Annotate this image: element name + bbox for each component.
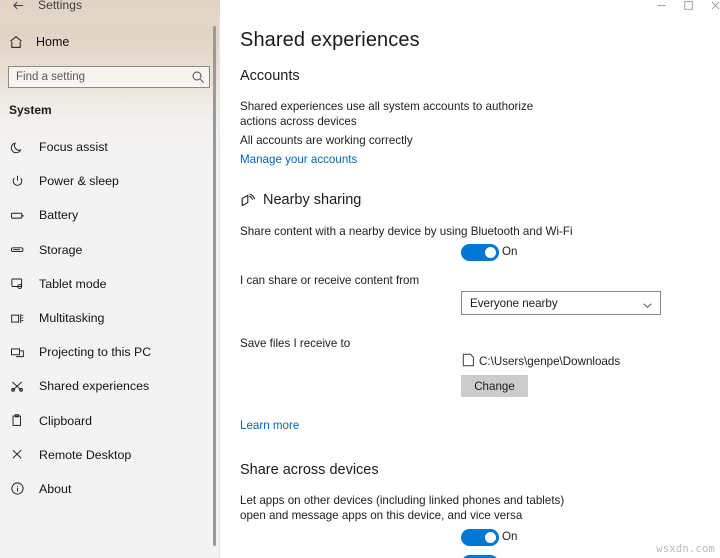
sidebar-item-label: Shared experiences <box>39 379 150 394</box>
accounts-heading: Accounts <box>240 68 300 84</box>
multitasking-icon <box>9 310 25 326</box>
sidebar-item-label: About <box>39 481 72 496</box>
share-from-value: Everyone nearby <box>470 296 558 310</box>
sidebar-item-label: Storage <box>39 242 83 257</box>
nearby-sharing-description: Share content with a nearby device by us… <box>240 225 573 238</box>
change-folder-button[interactable]: Change <box>461 375 528 397</box>
nearby-sharing-toggle[interactable] <box>461 244 499 261</box>
accounts-status: All accounts are working correctly <box>240 134 413 147</box>
watermark: wsxdn.com <box>656 543 715 555</box>
clipboard-icon <box>9 413 25 429</box>
sidebar-nav-list: Focus assist Power & sleep Battery Stora… <box>0 130 212 506</box>
title-bar: Settings <box>0 0 720 22</box>
sidebar-item-label: Projecting to this PC <box>39 345 152 360</box>
sidebar-item-label: Focus assist <box>39 140 108 155</box>
battery-icon <box>9 207 25 223</box>
title-bar-left <box>0 0 220 22</box>
sidebar-item-tablet-mode[interactable]: Tablet mode <box>0 267 212 301</box>
search-icon[interactable] <box>191 70 205 84</box>
minimize-button[interactable] <box>646 0 676 18</box>
toggle-knob <box>485 532 496 543</box>
title-bar-right <box>220 0 720 22</box>
sidebar-item-storage[interactable]: Storage <box>0 233 212 267</box>
accounts-description: Shared experiences use all system accoun… <box>240 100 534 128</box>
sidebar-item-home[interactable]: Home <box>0 29 208 55</box>
sidebar-item-label: Clipboard <box>39 413 93 428</box>
info-icon <box>9 481 25 497</box>
sidebar-divider <box>219 0 220 558</box>
share-across-devices-toggle-label: On <box>502 530 518 543</box>
home-icon <box>8 34 24 50</box>
share-from-dropdown[interactable]: Everyone nearby <box>461 291 661 315</box>
sidebar-item-label: Tablet mode <box>39 276 107 291</box>
sidebar-item-label: Remote Desktop <box>39 447 132 462</box>
nearby-sharing-toggle-label: On <box>502 245 518 258</box>
sidebar-item-battery[interactable]: Battery <box>0 198 212 232</box>
nearby-sharing-heading: Nearby sharing <box>263 192 362 208</box>
sidebar-item-label: Battery <box>39 208 79 223</box>
power-icon <box>9 173 25 189</box>
back-arrow-icon[interactable] <box>8 0 28 15</box>
window-title: Settings <box>38 0 83 12</box>
sidebar-item-label: Power & sleep <box>39 174 119 189</box>
search-input[interactable] <box>9 67 184 87</box>
save-files-label: Save files I receive to <box>240 337 351 350</box>
main-content: Shared experiences Accounts Shared exper… <box>221 0 720 558</box>
sidebar-item-power-sleep[interactable]: Power & sleep <box>0 164 212 198</box>
page-title: Shared experiences <box>240 29 420 51</box>
sidebar-item-shared-experiences[interactable]: Shared experiences <box>0 369 212 403</box>
storage-icon <box>9 242 25 258</box>
chevron-down-icon <box>642 298 653 309</box>
sidebar-scrollbar-thumb[interactable] <box>213 26 216 546</box>
sidebar-item-multitasking[interactable]: Multitasking <box>0 301 212 335</box>
settings-window: Home System Focus assist <box>0 0 720 558</box>
sidebar-item-focus-assist[interactable]: Focus assist <box>0 130 212 164</box>
moon-icon <box>9 139 25 155</box>
share-across-devices-description: Let apps on other devices (including lin… <box>240 494 565 522</box>
share-across-devices-toggle[interactable] <box>461 529 499 546</box>
shared-experiences-icon <box>9 378 25 394</box>
sidebar-item-about[interactable]: About <box>0 472 212 506</box>
sidebar-item-label: Multitasking <box>39 311 105 326</box>
sidebar-item-home-label: Home <box>36 35 70 49</box>
sidebar: Home System Focus assist <box>0 0 220 558</box>
close-button[interactable] <box>700 0 720 18</box>
manage-accounts-link[interactable]: Manage your accounts <box>240 153 357 166</box>
toggle-knob <box>485 247 496 258</box>
maximize-button[interactable] <box>673 0 703 18</box>
save-files-path: C:\Users\genpe\Downloads <box>479 355 621 368</box>
share-across-devices-heading: Share across devices <box>240 462 379 478</box>
remote-desktop-icon <box>9 447 25 463</box>
tablet-icon <box>9 276 25 292</box>
sidebar-section-title: System <box>9 103 52 117</box>
learn-more-link[interactable]: Learn more <box>240 419 299 432</box>
sidebar-item-clipboard[interactable]: Clipboard <box>0 404 212 438</box>
share-from-label: I can share or receive content from <box>240 274 420 287</box>
projecting-icon <box>9 344 25 360</box>
sidebar-item-projecting-to-this-pc[interactable]: Projecting to this PC <box>0 335 212 369</box>
search-box[interactable] <box>8 66 210 88</box>
sidebar-item-remote-desktop[interactable]: Remote Desktop <box>0 438 212 472</box>
folder-icon <box>462 353 475 367</box>
nearby-share-icon <box>240 192 258 210</box>
